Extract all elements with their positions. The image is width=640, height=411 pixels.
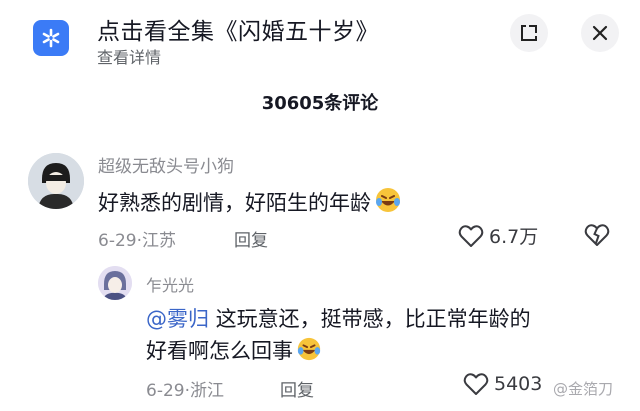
reply-text-line1: @雾归 这玩意还，挺带感，比正常年龄的 <box>146 304 531 334</box>
comment-count: 30605条评论 <box>261 93 379 114</box>
comment-text: 好熟悉的剧情，好陌生的年龄 <box>98 186 402 222</box>
avatar[interactable] <box>98 266 132 300</box>
dislike-button[interactable] <box>584 223 610 251</box>
like-button[interactable]: 5403 <box>463 372 542 396</box>
like-button[interactable]: 6.7万 <box>458 222 538 249</box>
reply-username[interactable]: 乍光光 <box>146 272 194 296</box>
comment-username[interactable]: 超级无敌头号小狗 <box>98 152 234 177</box>
snowflake-icon <box>33 20 69 56</box>
top-banner[interactable]: 点击看全集《闪婚五十岁》 查看详情 <box>0 0 640 78</box>
comment-body: 好熟悉的剧情，好陌生的年龄 <box>98 191 371 215</box>
broken-heart-icon <box>584 224 610 246</box>
heart-icon <box>458 224 484 247</box>
mention-link[interactable]: @雾归 <box>146 307 209 331</box>
corner-arrow-icon <box>521 25 537 41</box>
close-button[interactable] <box>581 14 619 52</box>
reply-meta: 6-29·浙江 <box>146 381 224 401</box>
reply-body-1: 这玩意还，挺带感，比正常年龄的 <box>209 307 531 331</box>
close-icon <box>592 25 608 41</box>
reply-button[interactable]: 回复 <box>234 226 268 251</box>
banner-details-link[interactable]: 查看详情 <box>97 44 161 68</box>
comment-meta: 6-29·江苏 <box>98 231 176 251</box>
like-count: 6.7万 <box>489 226 539 248</box>
banner-title[interactable]: 点击看全集《闪婚五十岁》 <box>97 12 379 46</box>
reply-body-2: 好看啊怎么回事 <box>146 339 293 363</box>
minimize-button[interactable] <box>510 14 548 52</box>
avatar[interactable] <box>28 153 84 209</box>
reply-text-line2: 好看啊怎么回事 <box>146 336 322 370</box>
heart-icon <box>463 373 489 395</box>
reply-button[interactable]: 回复 <box>280 376 314 401</box>
like-count: 5403 <box>494 373 543 395</box>
laughing-tears-emoji-icon <box>374 186 402 222</box>
laughing-tears-emoji-icon <box>296 336 322 370</box>
watermark: @金箔刀 <box>553 380 614 398</box>
